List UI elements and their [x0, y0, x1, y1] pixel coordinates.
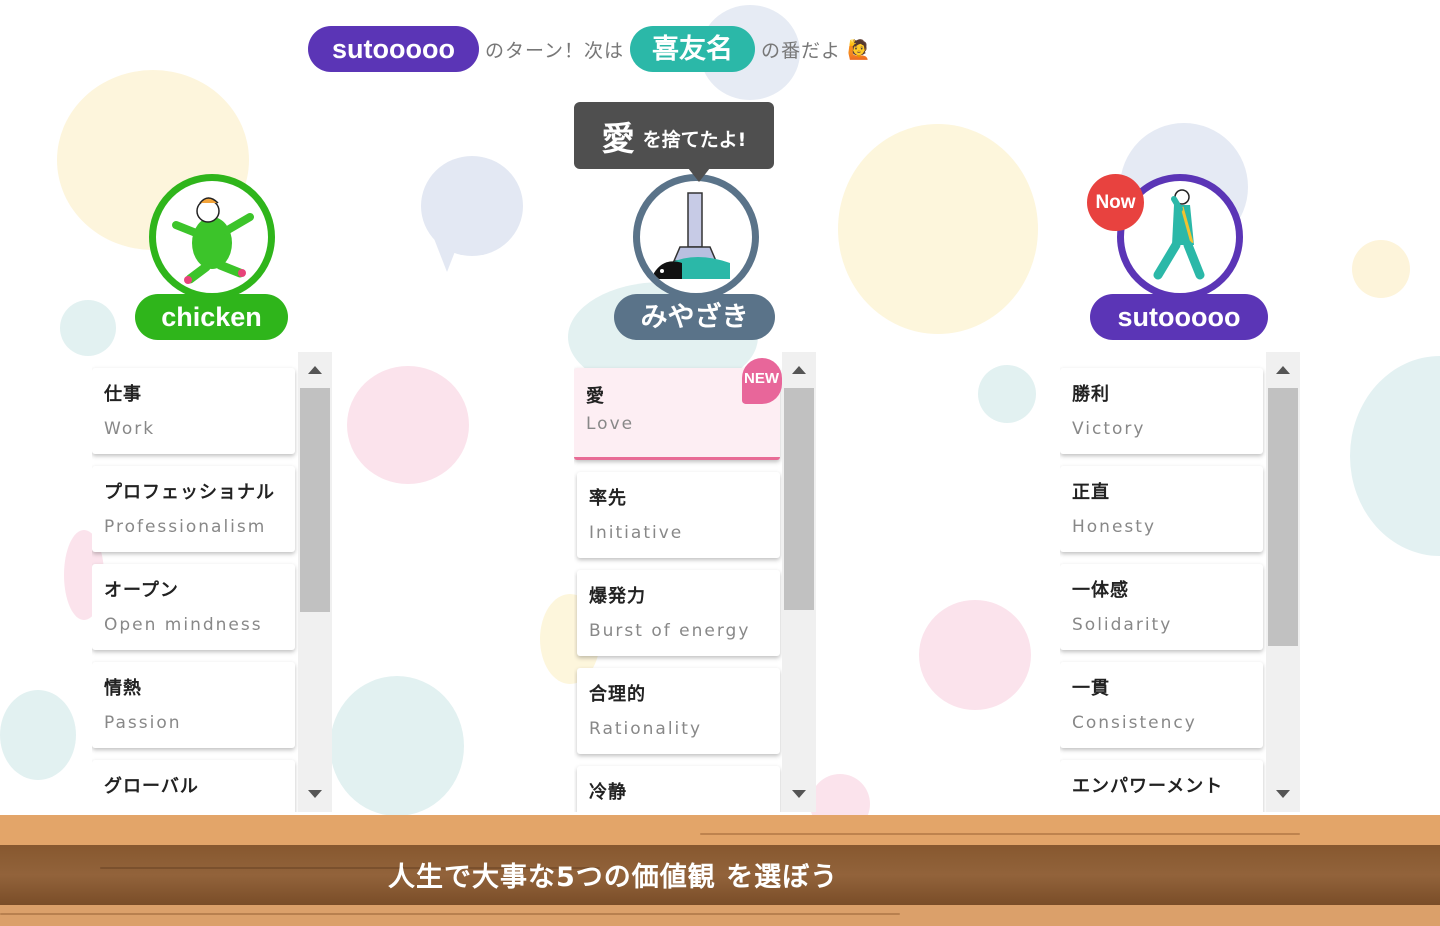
value-card[interactable]: プロフェッショナル Professionalism	[92, 466, 295, 552]
scroll-thumb[interactable]	[300, 388, 330, 612]
card-title: 勝利	[1072, 384, 1110, 405]
scrollbar[interactable]	[298, 352, 332, 812]
card-subtitle: Burst of energy	[589, 621, 751, 641]
now-badge: Now	[1087, 174, 1144, 231]
avatar-miyazaki	[633, 174, 759, 300]
card-list-miyazaki[interactable]: 愛 Love NEW 率先 Initiative 爆発力 Burst of en…	[574, 352, 816, 812]
card-list-chicken[interactable]: 仕事 Work プロフェッショナル Professionalism オープン O…	[92, 352, 332, 812]
card-subtitle: Victory	[1072, 419, 1146, 439]
instruction-bar: 人生で大事な5つの価値観 を選ぼう	[0, 815, 1440, 926]
value-card[interactable]: 合理的 Rationality	[577, 668, 780, 754]
scroll-up-arrow-icon[interactable]	[792, 366, 806, 374]
card-subtitle: Work	[104, 419, 156, 439]
card-subtitle: Consistency	[1072, 713, 1197, 733]
value-card[interactable]: 一貫 Consistency	[1060, 662, 1263, 748]
value-card[interactable]: オープン Open mindness	[92, 564, 295, 650]
discard-text: を捨てたよ!	[642, 129, 747, 151]
card-title: グローバル	[104, 776, 199, 797]
value-card[interactable]: 正直 Honesty	[1060, 466, 1263, 552]
scroll-down-arrow-icon[interactable]	[308, 790, 322, 798]
card-list-sutooooo[interactable]: 勝利 Victory 正直 Honesty 一体感 Solidarity 一貫 …	[1060, 352, 1300, 812]
card-title: 合理的	[589, 684, 646, 705]
card-title: 愛	[586, 386, 605, 407]
card-title: オープン	[104, 580, 179, 601]
card-subtitle: Open mindness	[104, 615, 263, 635]
value-card[interactable]: 情熱 Passion	[92, 662, 295, 748]
turn-banner: sutooooo のターン！次は 喜友名 の番だよ 🙋	[308, 26, 871, 72]
person-jumping-icon	[172, 197, 254, 284]
turn-text: のターン！次は	[484, 39, 625, 62]
value-card-new[interactable]: 愛 Love NEW	[574, 358, 782, 460]
wood-stripe	[0, 815, 1440, 845]
scroll-down-arrow-icon[interactable]	[792, 790, 806, 798]
card-title: 爆発力	[589, 586, 646, 607]
card-subtitle: Professionalism	[104, 517, 267, 537]
value-card[interactable]: 冷静	[577, 766, 780, 812]
tooltip-arrow	[688, 168, 710, 182]
value-card[interactable]: 一体感 Solidarity	[1060, 564, 1263, 650]
card-title: 正直	[1072, 482, 1110, 503]
card-title: 冷静	[589, 782, 627, 803]
wood-grain	[0, 913, 900, 915]
scrollbar[interactable]	[1266, 352, 1300, 812]
value-card[interactable]: グローバル	[92, 760, 295, 812]
scrollbar[interactable]	[782, 352, 816, 812]
scroll-up-arrow-icon[interactable]	[308, 366, 322, 374]
value-card[interactable]: 率先 Initiative	[577, 472, 780, 558]
scroll-thumb[interactable]	[784, 388, 814, 610]
card-subtitle: Love	[586, 414, 635, 434]
player-name-miyazaki: みやざき	[614, 294, 775, 340]
scroll-down-arrow-icon[interactable]	[1276, 790, 1290, 798]
player-name-sutooooo: sutooooo	[1090, 294, 1268, 340]
card-title: 一体感	[1072, 580, 1129, 601]
discarded-word: 愛	[601, 118, 635, 158]
card-subtitle: Passion	[104, 713, 182, 733]
card-title: 率先	[589, 488, 627, 509]
raised-hand-icon: 🙋	[847, 38, 871, 61]
card-subtitle: Initiative	[589, 523, 684, 543]
wood-grain	[700, 833, 1300, 835]
card-subtitle: Rationality	[589, 719, 703, 739]
instruction-text: 人生で大事な5つの価値観 を選ぼう	[388, 862, 839, 893]
card-subtitle: Honesty	[1072, 517, 1157, 537]
value-card[interactable]: エンパワーメント	[1060, 760, 1263, 812]
card-title: プロフェッショナル	[104, 482, 275, 503]
value-card[interactable]: 仕事 Work	[92, 368, 295, 454]
scroll-thumb[interactable]	[1268, 388, 1298, 646]
player-name-chicken: chicken	[135, 294, 288, 340]
card-title: エンパワーメント	[1072, 776, 1224, 797]
discard-tooltip: 愛 を捨てたよ!	[574, 102, 774, 169]
avatar-chicken	[149, 174, 275, 300]
card-title: 一貫	[1072, 678, 1110, 699]
next-player-pill: 喜友名	[630, 26, 756, 72]
value-card[interactable]: 爆発力 Burst of energy	[577, 570, 780, 656]
card-title: 情熱	[104, 678, 142, 699]
card-title: 仕事	[104, 384, 142, 405]
next-text: の番だよ	[761, 39, 842, 62]
value-card[interactable]: 勝利 Victory	[1060, 368, 1263, 454]
current-player-pill: sutooooo	[308, 26, 479, 72]
card-subtitle: Solidarity	[1072, 615, 1173, 635]
scroll-up-arrow-icon[interactable]	[1276, 366, 1290, 374]
new-badge: NEW	[742, 358, 782, 404]
figure-on-animal-icon	[654, 192, 730, 279]
